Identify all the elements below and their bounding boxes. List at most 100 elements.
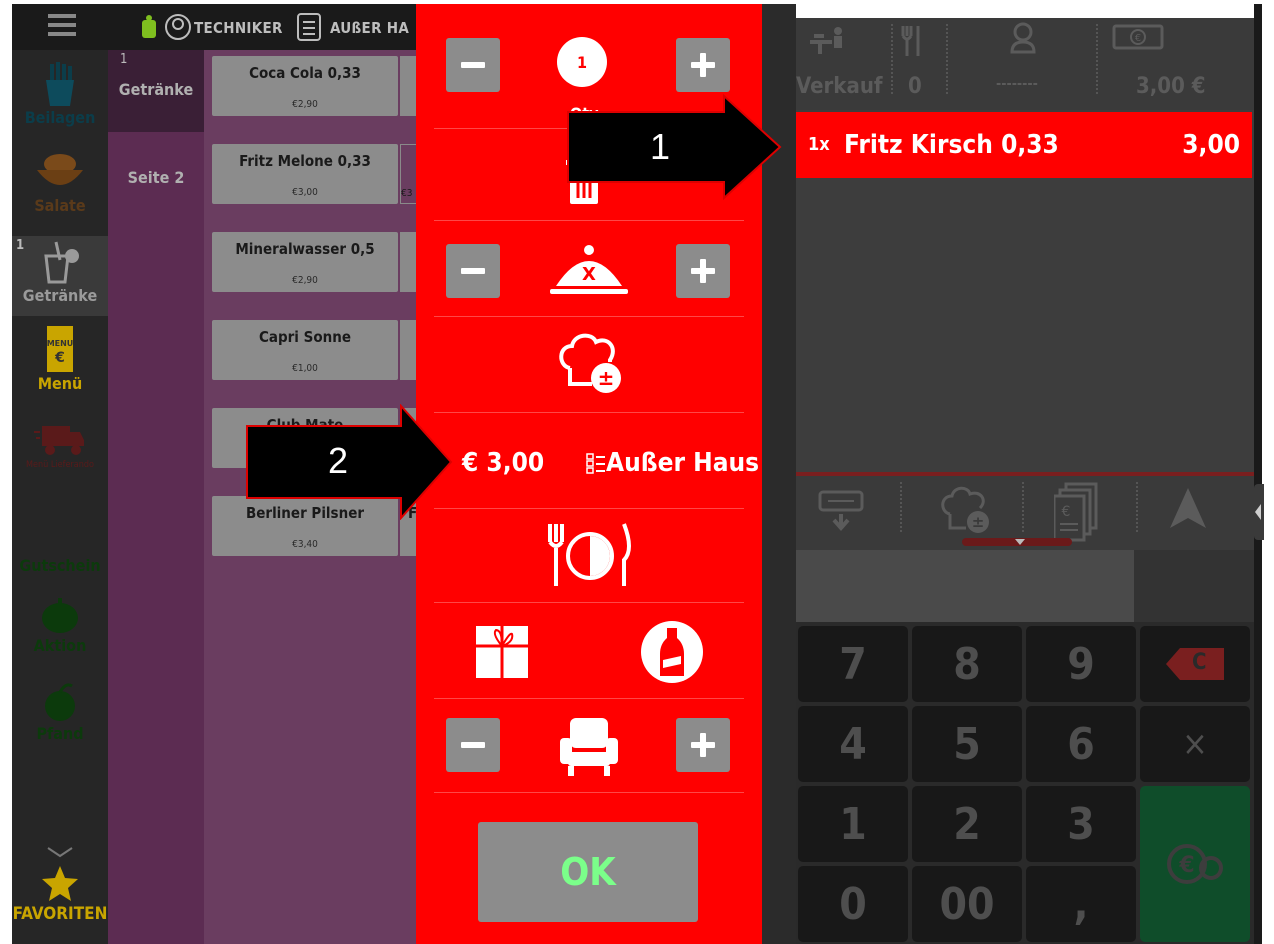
amount-display (796, 550, 1134, 622)
plate-cutlery-icon[interactable] (542, 520, 636, 590)
ok-button[interactable]: OK (478, 822, 698, 922)
cloche-icon: X (550, 245, 628, 294)
transfer-down-icon[interactable] (818, 490, 864, 534)
subgroup-getraenke[interactable]: 1 Getränke (108, 50, 204, 132)
pay-button[interactable]: € (1140, 786, 1250, 942)
chevron-down-icon[interactable] (46, 846, 74, 860)
subgroup-label: Getränke (118, 80, 194, 99)
star-icon (42, 866, 78, 901)
product-price: €2,90 (292, 99, 318, 110)
order-line-name: Fritz Kirsch 0,33 (844, 130, 1059, 160)
cutlery-icon (901, 26, 920, 56)
product-tile[interactable]: Coca Cola 0,33 €2,90 (212, 56, 398, 116)
product-price: €2,90 (292, 275, 318, 286)
gift-icon[interactable] (474, 624, 530, 680)
key-3[interactable]: 3 (1026, 786, 1136, 862)
counter-sale-icon (810, 27, 842, 54)
category-getraenke[interactable]: 1 Getränke (12, 236, 108, 316)
key-6[interactable]: 6 (1026, 706, 1136, 782)
delivery-truck-icon (34, 426, 84, 455)
collapse-panel-icon[interactable] (1254, 502, 1262, 522)
product-name: Mineralwasser 0,5 (235, 240, 375, 258)
category-menu-lieferando[interactable]: Menü Lieferando (12, 422, 108, 470)
svg-text:X: X (582, 264, 596, 285)
order-total: 3,00 € (1136, 74, 1206, 99)
order-type-toggle[interactable]: Außer Haus (586, 448, 759, 478)
category-label: Gutschein (19, 556, 101, 575)
guest-icon (1010, 22, 1036, 54)
key-8[interactable]: 8 (912, 626, 1022, 702)
status-light-icon (142, 15, 156, 38)
category-salate[interactable]: Salate (12, 150, 108, 215)
qty-badge: 1 (557, 37, 607, 87)
mode-label: Verkauf (796, 74, 883, 99)
hamburger-menu-icon[interactable] (48, 14, 76, 18)
category-label: Menü (37, 374, 83, 393)
svg-text:€: € (1135, 33, 1141, 44)
svg-text:€: € (1178, 853, 1194, 878)
extra-decrease-button[interactable] (446, 244, 500, 298)
bottle-icon[interactable] (640, 620, 704, 684)
key-2[interactable]: 2 (912, 786, 1022, 862)
svg-text:€: € (54, 350, 65, 366)
pumpkin-icon (42, 598, 78, 633)
order-list-icon[interactable] (296, 12, 322, 42)
key-comma[interactable]: , (1026, 866, 1136, 942)
action-toolbar: ± € (796, 476, 1254, 550)
item-price[interactable]: € 3,00 (462, 448, 544, 478)
cash-icon: € (1112, 24, 1164, 50)
drink-glass-icon (44, 241, 79, 284)
user-icon[interactable] (164, 13, 192, 41)
category-label: FAVORITEN (12, 904, 108, 924)
seat-armchair-icon (560, 718, 618, 776)
category-label: Salate (34, 196, 86, 215)
covers-value: 0 (908, 74, 922, 99)
extra-increase-button[interactable] (676, 244, 730, 298)
category-gutschein[interactable]: Gutschein (12, 556, 108, 575)
panel-border (1254, 4, 1264, 944)
subgroup-seite-2[interactable]: Seite 2 (108, 168, 204, 192)
key-0[interactable]: 0 (798, 866, 908, 942)
category-menu[interactable]: MENU € Menü (12, 326, 108, 393)
category-favoriten[interactable]: FAVORITEN (12, 864, 108, 924)
qty-increase-button[interactable] (676, 38, 730, 92)
key-9[interactable]: 9 (1026, 626, 1136, 702)
category-beilagen[interactable]: Beilagen (12, 62, 108, 127)
callout-arrow-1 (567, 94, 782, 200)
chef-hat-modifier-icon[interactable]: ± (556, 332, 626, 396)
key-5[interactable]: 5 (912, 706, 1022, 782)
qty-decrease-button[interactable] (446, 38, 500, 92)
key-7[interactable]: 7 (798, 626, 908, 702)
key-00[interactable]: 00 (912, 866, 1022, 942)
product-tile[interactable]: Capri Sonne €1,00 (212, 320, 398, 380)
product-tile[interactable]: Fritz Melone 0,33 €3,00 (212, 144, 398, 204)
fries-icon (46, 62, 74, 106)
invoices-icon[interactable]: € (1054, 482, 1100, 542)
navigate-icon[interactable] (1168, 486, 1208, 530)
key-4[interactable]: 4 (798, 706, 908, 782)
order-line-item[interactable]: 1x Fritz Kirsch 0,33 3,00 (796, 112, 1252, 178)
category-pfand[interactable]: Pfand (12, 682, 108, 743)
category-label: Menü Lieferando (26, 460, 94, 470)
category-aktion[interactable]: Aktion (12, 596, 108, 655)
clear-button[interactable]: C (1140, 626, 1250, 702)
apple-icon (45, 683, 75, 721)
chef-hat-modifier-icon[interactable]: ± (940, 486, 992, 536)
product-name: Capri Sonne (258, 328, 351, 346)
seat-increase-button[interactable] (676, 718, 730, 772)
product-price: €1,00 (292, 363, 318, 374)
product-name: Coca Cola 0,33 (249, 64, 361, 82)
multiply-button[interactable]: × (1140, 706, 1250, 782)
key-1[interactable]: 1 (798, 786, 908, 862)
menu-card-icon: MENU € (47, 326, 74, 372)
technician-label[interactable]: TECHNIKER (194, 19, 283, 37)
category-label: Beilagen (24, 108, 96, 127)
product-tile[interactable]: Mineralwasser 0,5 €2,90 (212, 232, 398, 292)
callout-arrow-2 (246, 404, 453, 520)
order-line-qty: 1x (808, 134, 830, 155)
svg-text:MENU: MENU (47, 339, 74, 348)
product-price: €3,00 (292, 187, 318, 198)
seat-decrease-button[interactable] (446, 718, 500, 772)
order-type-label[interactable]: AUßER HA (330, 19, 409, 37)
category-label: Pfand (36, 724, 84, 743)
